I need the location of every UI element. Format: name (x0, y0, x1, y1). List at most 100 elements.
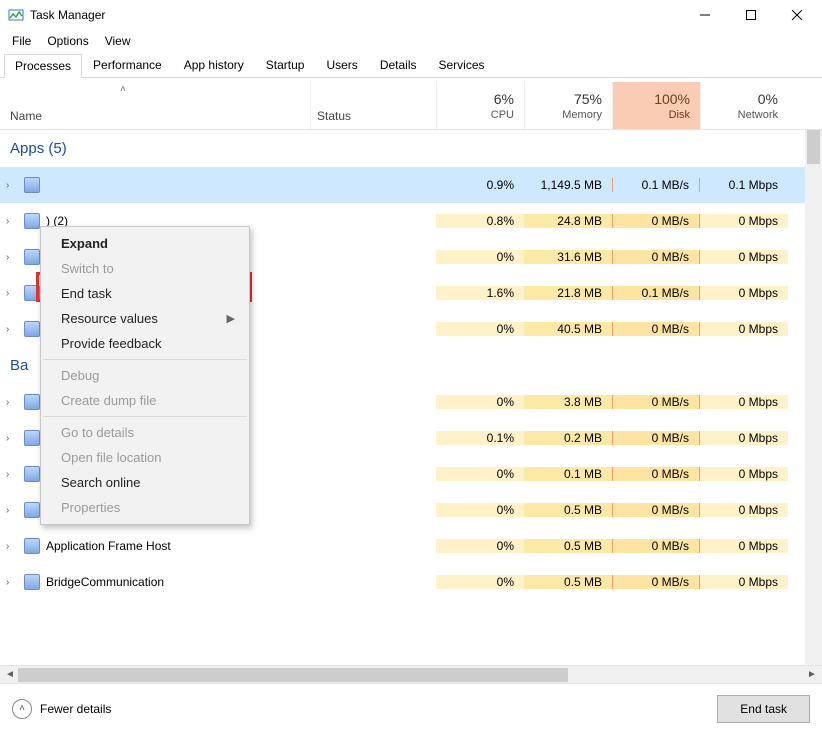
tab-users[interactable]: Users (315, 53, 368, 77)
chevron-right-icon[interactable]: › (6, 180, 18, 191)
task-manager-icon (8, 7, 24, 23)
process-network: 0 Mbps (700, 467, 788, 481)
hscroll-left-icon[interactable]: ◄ (2, 669, 18, 680)
chevron-right-icon[interactable]: › (6, 324, 18, 335)
process-cpu: 0% (436, 322, 524, 336)
process-memory: 3.8 MB (524, 395, 612, 409)
menu-options[interactable]: Options (39, 34, 96, 48)
context-menu-item-resource-values[interactable]: Resource values▶ (41, 306, 249, 331)
vertical-scroll-thumb[interactable] (807, 130, 820, 164)
process-name-cell: › Application Frame Host (0, 538, 310, 554)
fewer-details-button[interactable]: ˄ Fewer details (12, 699, 111, 719)
context-menu-separator (43, 416, 247, 417)
context-menu-item-properties: Properties (41, 495, 249, 520)
menu-file[interactable]: File (4, 34, 39, 48)
disk-label: Disk (613, 109, 690, 121)
process-disk: 0.1 MB/s (612, 178, 700, 192)
tab-processes[interactable]: Processes (4, 54, 82, 78)
process-network: 0 Mbps (700, 395, 788, 409)
context-item-label: Go to details (61, 425, 134, 440)
column-headers: ˄ Name Status 6% CPU 75% Memory 100% Dis… (0, 82, 822, 130)
process-network: 0.1 Mbps (700, 178, 788, 192)
menu-view[interactable]: View (97, 34, 139, 48)
group-apps[interactable]: Apps (5) (0, 130, 822, 167)
horizontal-scrollbar[interactable]: ◄ ► (0, 665, 822, 683)
process-disk: 0 MB/s (612, 467, 700, 481)
chevron-right-icon[interactable]: › (6, 397, 18, 408)
process-network: 0 Mbps (700, 539, 788, 553)
network-label: Network (701, 109, 778, 121)
column-name[interactable]: Name (0, 82, 310, 129)
table-row[interactable]: › 0.9% 1,149.5 MB 0.1 MB/s 0.1 Mbps (0, 167, 822, 203)
hscroll-right-icon[interactable]: ► (804, 669, 820, 680)
chevron-right-icon[interactable]: › (6, 216, 18, 227)
context-menu-item-open-file-location: Open file location (41, 445, 249, 470)
process-cpu: 0% (436, 395, 524, 409)
memory-usage-pct: 75% (525, 91, 602, 107)
context-menu-item-provide-feedback[interactable]: Provide feedback (41, 331, 249, 356)
network-usage-pct: 0% (701, 91, 778, 107)
disk-usage-pct: 100% (613, 91, 690, 107)
column-status[interactable]: Status (310, 82, 436, 129)
tab-startup[interactable]: Startup (255, 53, 316, 77)
process-icon (24, 574, 40, 590)
chevron-right-icon[interactable]: › (6, 541, 18, 552)
process-disk: 0 MB/s (612, 214, 700, 228)
end-task-button[interactable]: End task (717, 695, 810, 723)
minimize-button[interactable] (682, 1, 728, 29)
process-icon (24, 213, 40, 229)
context-menu-item-search-online[interactable]: Search online (41, 470, 249, 495)
context-menu-item-debug: Debug (41, 363, 249, 388)
vertical-scrollbar[interactable] (805, 130, 822, 665)
context-menu-item-go-to-details: Go to details (41, 420, 249, 445)
process-memory: 40.5 MB (524, 322, 612, 336)
tab-details[interactable]: Details (369, 53, 428, 77)
process-memory: 24.8 MB (524, 214, 612, 228)
cpu-label: CPU (437, 109, 514, 121)
process-name: BridgeCommunication (46, 575, 164, 589)
context-menu-item-create-dump-file: Create dump file (41, 388, 249, 413)
process-name-cell: › (0, 177, 310, 193)
process-memory: 1,149.5 MB (524, 178, 612, 192)
process-icon (24, 285, 40, 301)
hscroll-track[interactable] (18, 668, 804, 682)
chevron-right-icon[interactable]: › (6, 469, 18, 480)
chevron-right-icon[interactable]: › (6, 252, 18, 263)
process-memory: 0.5 MB (524, 539, 612, 553)
process-icon (24, 466, 40, 482)
process-network: 0 Mbps (700, 322, 788, 336)
context-menu-item-expand[interactable]: Expand (41, 231, 249, 256)
column-memory[interactable]: 75% Memory (524, 82, 612, 129)
column-disk[interactable]: 100% Disk (612, 82, 700, 129)
context-item-label: Expand (61, 236, 108, 251)
chevron-right-icon[interactable]: › (6, 505, 18, 516)
process-disk: 0 MB/s (612, 250, 700, 264)
tab-performance[interactable]: Performance (82, 53, 173, 77)
table-row[interactable]: › BridgeCommunication 0% 0.5 MB 0 MB/s 0… (0, 564, 822, 600)
context-menu-separator (43, 359, 247, 360)
close-button[interactable] (774, 1, 820, 29)
maximize-button[interactable] (728, 1, 774, 29)
process-icon (24, 394, 40, 410)
context-item-label: Resource values (61, 311, 158, 326)
process-network: 0 Mbps (700, 250, 788, 264)
tab-bar: Processes Performance App history Startu… (0, 52, 822, 78)
hscroll-thumb[interactable] (18, 668, 568, 682)
chevron-right-icon[interactable]: › (6, 577, 18, 588)
column-network[interactable]: 0% Network (700, 82, 788, 129)
table-row[interactable]: › Application Frame Host 0% 0.5 MB 0 MB/… (0, 528, 822, 564)
process-cpu: 0% (436, 575, 524, 589)
tab-app-history[interactable]: App history (173, 53, 255, 77)
process-disk: 0 MB/s (612, 395, 700, 409)
process-cpu: 0% (436, 503, 524, 517)
chevron-right-icon[interactable]: › (6, 433, 18, 444)
context-item-label: Provide feedback (61, 336, 161, 351)
context-menu[interactable]: ExpandSwitch toEnd taskResource values▶P… (40, 226, 250, 525)
column-cpu[interactable]: 6% CPU (436, 82, 524, 129)
context-menu-item-end-task[interactable]: End task (41, 281, 249, 306)
tab-services[interactable]: Services (428, 53, 496, 77)
process-disk: 0 MB/s (612, 431, 700, 445)
chevron-right-icon[interactable]: › (6, 288, 18, 299)
window-controls (682, 1, 820, 29)
context-item-label: End task (61, 286, 112, 301)
